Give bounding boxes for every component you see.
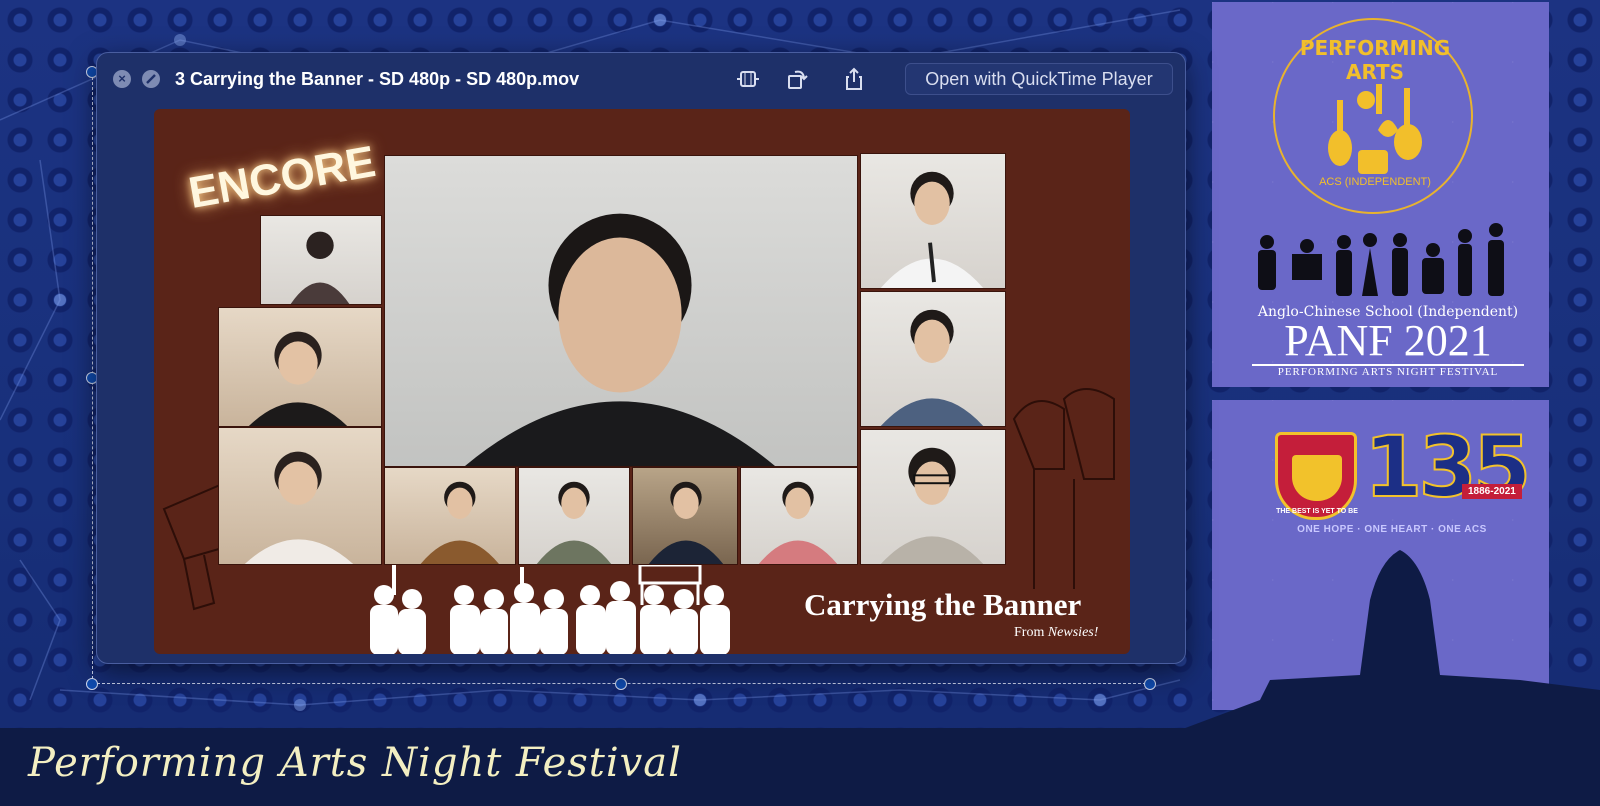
video-tile-2 [218,307,382,427]
window-title: 3 Carrying the Banner - SD 480p - SD 480… [175,69,580,89]
panf-title: PANF 2021 [1252,318,1524,366]
trim-icon[interactable] [142,70,160,88]
resize-handle-bottom-mid[interactable] [615,678,627,690]
song-source: From Newsies! [1014,625,1099,640]
panf-subtitle: PERFORMING ARTS NIGHT FESTIVAL [1277,366,1499,378]
crest-banner: THE BEST IS YET TO BE [1276,508,1358,515]
crowd-silhouette [370,565,730,654]
performers-silhouette [1258,223,1504,296]
video-tile-10 [632,467,738,565]
share-icon[interactable] [841,66,867,92]
crest-shield [1292,455,1342,501]
encore-sign: ENCORE [185,137,379,218]
festival-title: Performing Arts Night Festival [28,740,682,786]
video-tile-7 [860,429,1006,565]
video-preview[interactable]: ENCORE Carrying the Banner From Newsies! [154,109,1130,654]
school-motto: ONE HOPE · ONE HEART · ONE ACS [1297,524,1487,535]
video-tile-5 [860,153,1006,289]
video-tile-8 [384,467,516,565]
instruments-icon [1328,84,1422,174]
video-tile-main [384,155,858,467]
video-tile-11 [740,467,858,565]
quick-look-window: × 3 Carrying the Banner - SD 480p - SD 4… [96,52,1186,664]
resize-handle-bottom-right[interactable] [1144,678,1156,690]
rotate-icon[interactable] [783,66,809,92]
window-titlebar: × 3 Carrying the Banner - SD 480p - SD 4… [97,53,1185,105]
open-with-quicktime-button[interactable]: Open with QuickTime Player [905,63,1173,95]
anniversary-number: 135 [1363,417,1532,517]
video-tile-1 [260,215,382,305]
video-tile-6 [860,291,1006,427]
trim-video-icon[interactable] [735,66,761,92]
school-crest-icon [1275,432,1357,520]
pa-logo-subtitle: ACS (INDEPENDENT) [1319,176,1431,188]
raised-fists-outline [1012,388,1115,589]
song-title: Carrying the Banner [804,587,1082,622]
anniversary-years: 1886-2021 [1462,484,1522,499]
close-icon[interactable]: × [113,70,131,88]
video-tile-3 [218,427,382,565]
resize-handle-bottom-left[interactable] [86,678,98,690]
video-tile-9 [518,467,630,565]
tower-silhouette [1180,550,1600,740]
